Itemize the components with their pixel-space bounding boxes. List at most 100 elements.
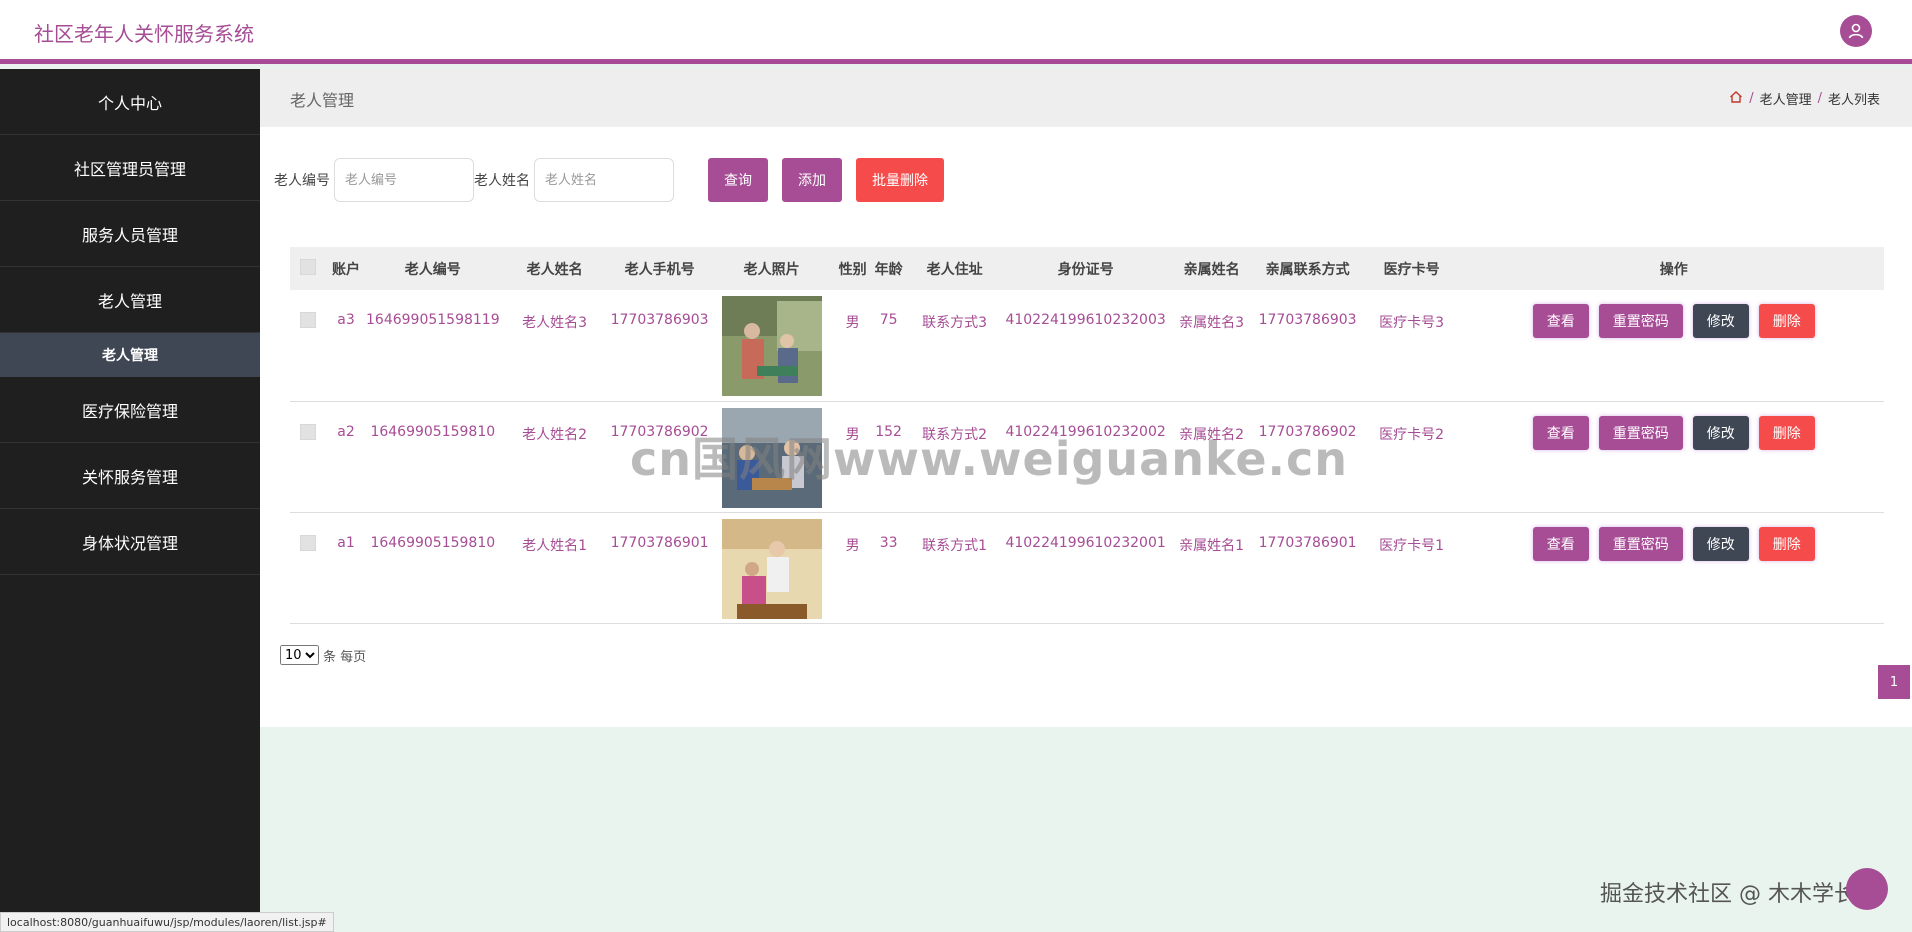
column-header: 身份证号 — [1057, 261, 1114, 278]
breadcrumb: / 老人管理 / 老人列表 — [1729, 89, 1880, 108]
code-cell: 16469905159810 — [370, 423, 496, 440]
sidebar: 个人中心 社区管理员管理 服务人员管理 老人管理 老人管理 医疗保险管理 关怀服… — [0, 69, 260, 932]
column-header: 老人住址 — [926, 261, 983, 278]
column-header: 性别 — [838, 261, 867, 278]
age-cell: 152 — [875, 423, 902, 440]
user-avatar-icon[interactable] — [1840, 15, 1872, 47]
idcard-cell: 410224199610232003 — [1005, 312, 1166, 328]
elderly-id-input[interactable] — [334, 158, 474, 202]
delete-button[interactable]: 删除 — [1758, 304, 1815, 338]
column-header: 老人姓名 — [526, 261, 583, 278]
footer-watermark: 掘金技术社区 @ 木木学长 — [1600, 882, 1856, 907]
per-page-label: 条 每页 — [323, 649, 367, 665]
elderly-photo — [721, 296, 822, 396]
idcard-cell: 410224199610232001 — [1005, 534, 1166, 551]
idcard-cell: 410224199610232002 — [1005, 423, 1166, 440]
code-cell: 16469905159810 — [370, 534, 496, 551]
delete-button[interactable]: 删除 — [1758, 526, 1815, 561]
row-actions: 查看 重置密码 修改 删除 — [1464, 526, 1884, 561]
elderly-name-label: 老人姓名 — [474, 173, 530, 189]
card-cell: 医疗卡号1 — [1379, 537, 1445, 554]
card-cell: 医疗卡号3 — [1379, 315, 1445, 331]
relative-cell: 亲属姓名1 — [1179, 537, 1245, 554]
column-header: 老人照片 — [743, 261, 800, 278]
row-actions: 查看 重置密码 修改 删除 — [1464, 304, 1884, 338]
row-actions: 查看 重置密码 修改 删除 — [1464, 415, 1884, 450]
table-row: a1 16469905159810 老人姓名1 17703786901 男 33… — [290, 512, 1884, 623]
gender-cell: 男 — [845, 537, 860, 554]
view-button[interactable]: 查看 — [1532, 304, 1589, 338]
column-header: 亲属联系方式 — [1265, 261, 1350, 278]
column-header: 账户 — [332, 261, 360, 278]
column-header: 老人手机号 — [624, 261, 695, 278]
address-cell: 联系方式3 — [922, 315, 988, 331]
relative-cell: 亲属姓名2 — [1179, 426, 1245, 443]
column-header: 老人编号 — [404, 261, 461, 278]
row-checkbox[interactable] — [300, 534, 316, 551]
relative-phone-cell: 17703786903 — [1258, 312, 1357, 328]
name-cell: 老人姓名3 — [522, 315, 588, 331]
delete-button[interactable]: 删除 — [1758, 415, 1815, 450]
table-row: a3 164699051598119 老人姓名3 17703786903 男 7… — [290, 290, 1884, 401]
page-title: 老人管理 — [290, 91, 355, 110]
address-cell: 联系方式2 — [922, 426, 988, 443]
breadcrumb-bar: 老人管理 / 老人管理 / 老人列表 — [260, 69, 1912, 127]
page-size-select[interactable]: 10 — [280, 645, 319, 665]
account-cell: a1 — [337, 534, 355, 551]
sidebar-item-community-admins[interactable]: 社区管理员管理 — [0, 135, 260, 201]
page-number-button[interactable]: 1 — [1878, 665, 1910, 699]
column-header: 亲属姓名 — [1183, 261, 1240, 278]
sidebar-subitem-elderly[interactable]: 老人管理 — [0, 333, 260, 377]
query-button[interactable]: 查询 — [708, 158, 768, 202]
elderly-name-input[interactable] — [534, 158, 674, 202]
phone-cell: 17703786901 — [610, 534, 709, 551]
row-checkbox[interactable] — [300, 312, 316, 328]
column-header: 操作 — [1659, 261, 1688, 278]
relative-phone-cell: 17703786902 — [1258, 423, 1357, 440]
sidebar-item-elderly[interactable]: 老人管理 — [0, 267, 260, 333]
breadcrumb-item: 老人列表 — [1827, 93, 1880, 108]
card-cell: 医疗卡号2 — [1379, 426, 1445, 443]
add-button[interactable]: 添加 — [782, 158, 842, 202]
edit-button[interactable]: 修改 — [1692, 304, 1749, 338]
phone-cell: 17703786903 — [610, 312, 709, 328]
select-all-checkbox[interactable] — [300, 258, 316, 275]
account-cell: a2 — [337, 423, 355, 440]
phone-cell: 17703786902 — [610, 423, 709, 440]
breadcrumb-item[interactable]: 老人管理 — [1760, 89, 1812, 108]
elderly-table: 账户 老人编号 老人姓名 老人手机号 老人照片 性别 年龄 老人住址 身份证号 … — [290, 247, 1884, 624]
gender-cell: 男 — [845, 426, 860, 443]
view-button[interactable]: 查看 — [1532, 415, 1589, 450]
elderly-photo — [721, 407, 822, 508]
floating-action-button[interactable] — [1846, 868, 1888, 910]
column-header: 年龄 — [874, 261, 903, 278]
page-size-control: 10 条 每页 — [280, 645, 366, 665]
sidebar-item-service-staff[interactable]: 服务人员管理 — [0, 201, 260, 267]
sidebar-item-medical-insurance[interactable]: 医疗保险管理 — [0, 377, 260, 443]
name-cell: 老人姓名2 — [522, 426, 588, 443]
reset-password-button[interactable]: 重置密码 — [1598, 304, 1683, 338]
elderly-photo — [721, 518, 822, 619]
account-cell: a3 — [337, 312, 355, 328]
table-header-row: 账户 老人编号 老人姓名 老人手机号 老人照片 性别 年龄 老人住址 身份证号 … — [290, 247, 1884, 290]
name-cell: 老人姓名1 — [522, 537, 588, 554]
home-icon[interactable] — [1729, 90, 1743, 108]
column-header: 医疗卡号 — [1383, 261, 1440, 278]
reset-password-button[interactable]: 重置密码 — [1598, 526, 1683, 561]
address-cell: 联系方式1 — [922, 537, 988, 554]
top-bar: 社区老年人关怀服务系统 — [0, 0, 1912, 64]
sidebar-item-care-services[interactable]: 关怀服务管理 — [0, 443, 260, 509]
edit-button[interactable]: 修改 — [1692, 415, 1749, 450]
age-cell: 75 — [879, 312, 898, 328]
edit-button[interactable]: 修改 — [1692, 526, 1749, 561]
reset-password-button[interactable]: 重置密码 — [1598, 415, 1683, 450]
sidebar-item-personal-center[interactable]: 个人中心 — [0, 69, 260, 135]
sidebar-item-health-status[interactable]: 身体状况管理 — [0, 509, 260, 575]
view-button[interactable]: 查看 — [1532, 526, 1589, 561]
age-cell: 33 — [879, 534, 898, 551]
row-checkbox[interactable] — [300, 423, 316, 440]
relative-phone-cell: 17703786901 — [1258, 534, 1357, 551]
batch-delete-button[interactable]: 批量删除 — [856, 158, 944, 202]
gender-cell: 男 — [845, 315, 860, 331]
relative-cell: 亲属姓名3 — [1179, 315, 1245, 331]
